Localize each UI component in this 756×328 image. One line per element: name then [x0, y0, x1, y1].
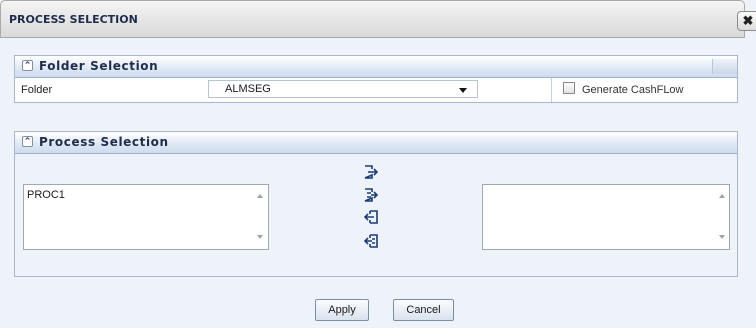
header-tail [712, 59, 737, 74]
collapse-icon[interactable]: ⌃ [22, 136, 33, 147]
process-selection-panel: ⌃ Process Selection PROC1 [14, 131, 738, 277]
generate-cashflow-checkbox[interactable] [563, 82, 575, 94]
divider [551, 78, 552, 102]
dialog-titlebar: PROCESS SELECTION [0, 0, 745, 38]
apply-button[interactable]: Apply [315, 299, 369, 321]
folder-row: Folder ALMSEG Generate CashFLow [15, 78, 737, 102]
process-selection-header: ⌃ Process Selection [15, 132, 737, 154]
process-selection-title: Process Selection [39, 135, 169, 149]
folder-selection-header: ⌃ Folder Selection [15, 56, 737, 78]
folder-dropdown[interactable]: ALMSEG [208, 80, 478, 98]
close-button[interactable]: ✖ [737, 11, 756, 31]
collapse-icon[interactable]: ⌃ [22, 60, 33, 71]
generate-cashflow-label: Generate CashFLow [582, 84, 684, 96]
chevron-down-icon [459, 88, 467, 93]
folder-label: Folder [21, 84, 53, 96]
cancel-button[interactable]: Cancel [393, 299, 454, 321]
folder-selection-title: Folder Selection [39, 59, 159, 73]
scroll-up-icon[interactable] [719, 194, 725, 198]
move-all-left-icon[interactable] [364, 234, 378, 248]
available-process-list[interactable]: PROC1 [23, 184, 269, 250]
folder-dropdown-value: ALMSEG [225, 83, 271, 95]
close-icon: ✖ [742, 13, 754, 28]
dialog-title: PROCESS SELECTION [9, 13, 138, 26]
process-selection-body: PROC1 [15, 154, 737, 276]
move-selected-right-icon[interactable] [364, 165, 378, 179]
selected-process-list[interactable] [482, 184, 730, 250]
move-selected-left-icon[interactable] [364, 210, 378, 224]
list-item[interactable]: PROC1 [27, 189, 65, 201]
folder-selection-panel: ⌃ Folder Selection Folder ALMSEG Generat… [14, 55, 738, 103]
scroll-down-icon[interactable] [257, 235, 263, 239]
dialog-content: ⌃ Folder Selection Folder ALMSEG Generat… [0, 38, 745, 328]
move-all-right-icon[interactable] [364, 188, 378, 202]
scroll-up-icon[interactable] [257, 194, 263, 198]
scroll-down-icon[interactable] [719, 235, 725, 239]
